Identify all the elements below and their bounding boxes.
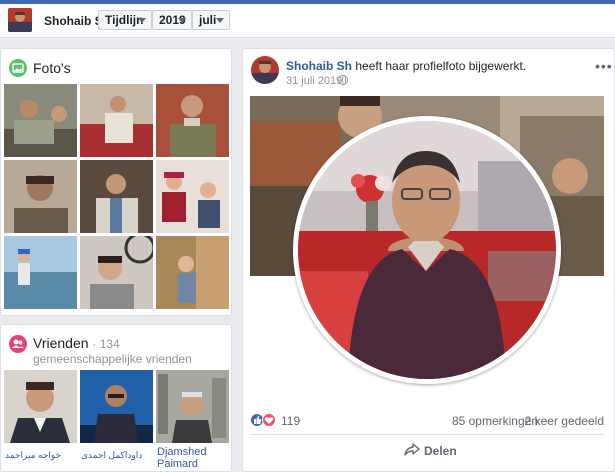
friend-name[interactable]: خواجه میراحمد	[5, 449, 81, 461]
love-reaction-icon[interactable]	[262, 413, 276, 427]
photos-icon	[9, 59, 27, 77]
more-options-icon[interactable]: •••	[595, 58, 613, 74]
friend-photo[interactable]	[156, 370, 229, 443]
friend-name[interactable]: Djamshed Paimard	[157, 446, 233, 470]
month-select[interactable]: juli	[192, 10, 230, 30]
friend-name[interactable]: داوداکمل احمدی	[81, 449, 157, 461]
post-headline: Shohaib Sh heeft haar profielfoto bijgew…	[286, 59, 526, 73]
photo-thumbnail[interactable]	[80, 160, 153, 233]
photo-thumbnail[interactable]	[80, 84, 153, 157]
month-select-value: juli	[199, 13, 217, 27]
photo-thumbnail[interactable]	[156, 84, 229, 157]
photo-thumbnail[interactable]	[156, 236, 229, 309]
reaction-count[interactable]: 119	[281, 414, 300, 428]
chevron-down-icon	[216, 18, 224, 23]
photos-title[interactable]: Foto's	[33, 60, 71, 76]
friends-title-wrap: Vrienden · 134 gemeenschappelijke vriend…	[33, 336, 223, 366]
profile-photo[interactable]	[293, 116, 561, 384]
chevron-down-icon	[178, 18, 186, 23]
photo-thumbnail[interactable]	[80, 236, 153, 309]
shares-count[interactable]: 2 keer gedeeld	[525, 414, 604, 428]
friend-photo[interactable]	[4, 370, 77, 443]
reactions-bar: 119 85 opmerkingen 2 keer gedeeld	[250, 410, 604, 432]
friends-title[interactable]: Vrienden	[33, 335, 89, 351]
friend-photo[interactable]	[80, 370, 153, 443]
friends-icon	[9, 335, 27, 353]
post-date[interactable]: 31 juli 2019	[286, 75, 342, 87]
photo-thumbnail[interactable]	[4, 236, 77, 309]
chevron-down-icon	[138, 18, 146, 23]
section-select[interactable]: Tijdlijn	[98, 10, 152, 30]
year-select[interactable]: 2019	[152, 10, 192, 30]
post-author-avatar[interactable]	[251, 56, 279, 84]
friends-card: Vrienden · 134 gemeenschappelijke vriend…	[0, 324, 232, 472]
globe-icon	[338, 75, 348, 85]
post-author-link[interactable]: Shohaib Sh	[286, 59, 352, 73]
timeline-nav-bar: Shohaib Sh Tijdlijn 2019 juli	[0, 4, 615, 38]
divider	[250, 434, 604, 435]
share-label: Delen	[424, 444, 457, 458]
post-action-text: heeft haar profielfoto bijgewerkt.	[355, 59, 527, 73]
photo-thumbnail[interactable]	[4, 160, 77, 233]
photo-thumbnail[interactable]	[156, 160, 229, 233]
profile-avatar[interactable]	[8, 8, 32, 32]
photo-thumbnail[interactable]	[4, 84, 77, 157]
photos-card: Foto's	[0, 48, 232, 316]
share-icon	[404, 443, 420, 460]
